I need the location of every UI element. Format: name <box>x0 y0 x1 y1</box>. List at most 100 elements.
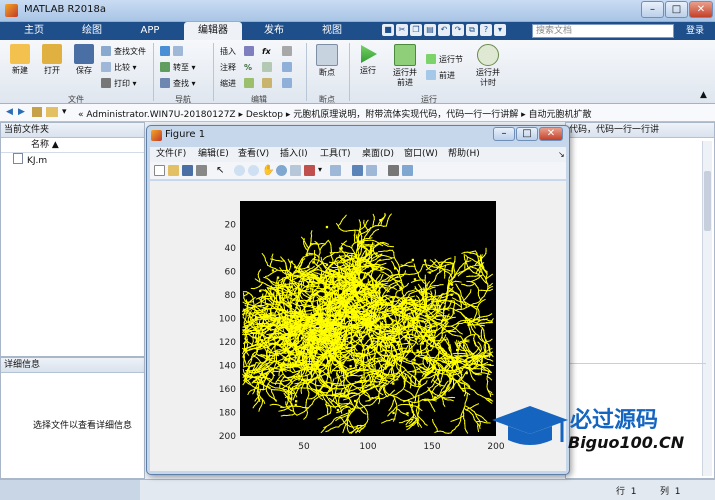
wrap-icon[interactable] <box>282 62 295 74</box>
list-item[interactable]: KJ.m <box>1 153 144 168</box>
redo-quick-icon[interactable]: ↷ <box>452 24 464 36</box>
undo-quick-icon[interactable]: ↶ <box>438 24 450 36</box>
brush-icon[interactable] <box>304 165 315 176</box>
indent-icon[interactable] <box>244 78 257 90</box>
paste-quick-icon[interactable]: ▤ <box>424 24 436 36</box>
menu-file[interactable]: 文件(F) <box>156 147 186 162</box>
tab-home[interactable]: 主页 <box>6 22 62 40</box>
breadcrumb-segment[interactable]: 元胞机原理说明，附带流体实现代码，代码一行一行讲解 <box>293 110 518 120</box>
menu-tools[interactable]: 工具(T) <box>320 147 351 162</box>
open-icon[interactable] <box>168 165 179 176</box>
forward-icon[interactable]: ▶ <box>18 107 25 117</box>
pan-icon[interactable]: ✋ <box>262 165 274 176</box>
zoom-in-icon[interactable] <box>234 165 245 176</box>
insert-section-icon[interactable] <box>244 46 257 58</box>
save-button[interactable]: 保存 <box>70 44 98 76</box>
breadcrumb-segment[interactable]: 自动元胞机扩散 <box>529 110 592 120</box>
nav-back-forward[interactable] <box>160 46 186 58</box>
outdent-icon[interactable] <box>262 78 275 90</box>
save-icon[interactable] <box>182 165 193 176</box>
x-tick-label: 50 <box>298 442 310 452</box>
close-button[interactable]: ✕ <box>689 1 713 18</box>
run-section-button[interactable]: 运行节 <box>426 54 463 66</box>
colorbar-icon[interactable] <box>352 165 363 176</box>
goto-button[interactable]: 转至 ▾ <box>160 62 196 74</box>
y-tick-label: 180 <box>219 409 236 419</box>
breakpoints-button[interactable]: 断点 <box>312 44 342 78</box>
tab-apps[interactable]: APP <box>122 22 178 40</box>
figure-minimize-button[interactable]: – <box>493 127 515 141</box>
advance-button[interactable]: 前进 <box>426 70 455 82</box>
compare-button[interactable]: 比较 ▾ <box>101 62 137 74</box>
column-header-name[interactable]: 名称 ▲ <box>1 138 144 153</box>
find-files-button[interactable]: 查找文件 <box>101 46 146 58</box>
breadcrumb-segment[interactable]: Desktop <box>246 110 283 120</box>
collapse-ribbon-icon[interactable]: ▲ <box>700 90 707 100</box>
legend-icon[interactable] <box>366 165 377 176</box>
new-figure-icon[interactable] <box>154 165 165 176</box>
menu-desktop[interactable]: 桌面(D) <box>362 147 394 162</box>
menu-edit[interactable]: 编辑(E) <box>198 147 229 162</box>
menu-view[interactable]: 查看(V) <box>238 147 269 162</box>
cut-quick-icon[interactable]: ✂ <box>396 24 408 36</box>
figure-maximize-button[interactable]: □ <box>516 127 538 141</box>
switch-windows-icon[interactable]: ⧉ <box>466 24 478 36</box>
menu-help[interactable]: 帮助(H) <box>448 147 480 162</box>
comment-label: 注释 <box>220 63 236 72</box>
hide-plot-tools-icon[interactable] <box>388 165 399 176</box>
back-icon[interactable]: ◀ <box>6 107 13 117</box>
search-docs-input[interactable]: 搜索文档 <box>532 24 674 38</box>
dock-icon[interactable]: ↘ <box>558 147 565 162</box>
browse-folder-icon[interactable] <box>46 107 58 117</box>
play-icon <box>361 45 377 63</box>
data-cursor-icon[interactable] <box>290 165 301 176</box>
print-icon[interactable] <box>196 165 207 176</box>
comment-button[interactable]: 注释 <box>220 62 236 74</box>
login-link[interactable]: 登录 <box>680 24 710 38</box>
insert-button[interactable]: 插入 <box>220 46 236 58</box>
run-button[interactable]: 运行 <box>354 44 382 76</box>
customize-quick-icon[interactable]: ▾ <box>494 24 506 36</box>
scroll-thumb[interactable] <box>704 171 711 231</box>
dropdown-icon[interactable]: ▾ <box>62 107 67 117</box>
breadcrumb-more[interactable]: « <box>78 110 84 120</box>
indent-button[interactable]: 缩进 <box>220 78 236 90</box>
help-quick-icon[interactable]: ? <box>480 24 492 36</box>
rotate-icon[interactable] <box>276 165 287 176</box>
menu-insert[interactable]: 插入(I) <box>280 147 308 162</box>
show-plot-tools-icon[interactable] <box>402 165 413 176</box>
smart-indent-icon[interactable] <box>282 78 295 90</box>
insert-menu-icon[interactable] <box>282 46 295 58</box>
wrap-glyph-icon <box>282 62 292 72</box>
current-folder-pane: 当前文件夹 名称 ▲ KJ.m <box>0 122 145 357</box>
link-plot-icon[interactable] <box>330 165 341 176</box>
menu-window[interactable]: 窗口(W) <box>404 147 438 162</box>
maximize-button[interactable]: □ <box>665 1 688 18</box>
print-button[interactable]: 打印 ▾ <box>101 78 137 90</box>
tab-plots[interactable]: 绘图 <box>64 22 120 40</box>
tab-editor[interactable]: 编辑器 <box>184 22 242 40</box>
find-button[interactable]: 查找 ▾ <box>160 78 196 90</box>
open-button[interactable]: 打开 <box>38 44 66 76</box>
comment-percent-icon[interactable]: % <box>244 62 252 74</box>
run-and-time-button[interactable]: 运行并 计时 <box>472 44 504 88</box>
copy-quick-icon[interactable]: ❐ <box>410 24 422 36</box>
pointer-icon[interactable]: ↖ <box>216 165 227 176</box>
editor-tab[interactable]: 代码，代码一行一行讲 <box>566 123 714 138</box>
tab-view[interactable]: 视图 <box>304 22 360 40</box>
breakpoints-icon <box>316 44 338 66</box>
zoom-out-icon[interactable] <box>248 165 259 176</box>
brush-dropdown-icon[interactable]: ▾ <box>318 165 322 174</box>
y-tick-label: 140 <box>219 362 236 372</box>
save-quick-icon[interactable]: ■ <box>382 24 394 36</box>
uncomment-icon[interactable] <box>262 62 275 74</box>
minimize-button[interactable]: – <box>641 1 664 18</box>
fx-button[interactable]: fx <box>262 46 271 58</box>
new-button[interactable]: 新建 <box>6 44 34 76</box>
run-and-advance-button[interactable]: 运行并 前进 <box>388 44 422 88</box>
up-folder-icon[interactable] <box>32 107 42 117</box>
new-file-icon <box>10 44 30 64</box>
tab-publish[interactable]: 发布 <box>246 22 302 40</box>
figure-close-button[interactable]: ✕ <box>539 127 563 141</box>
breadcrumb-segment[interactable]: Administrator.WIN7U-20180127Z <box>86 110 235 120</box>
